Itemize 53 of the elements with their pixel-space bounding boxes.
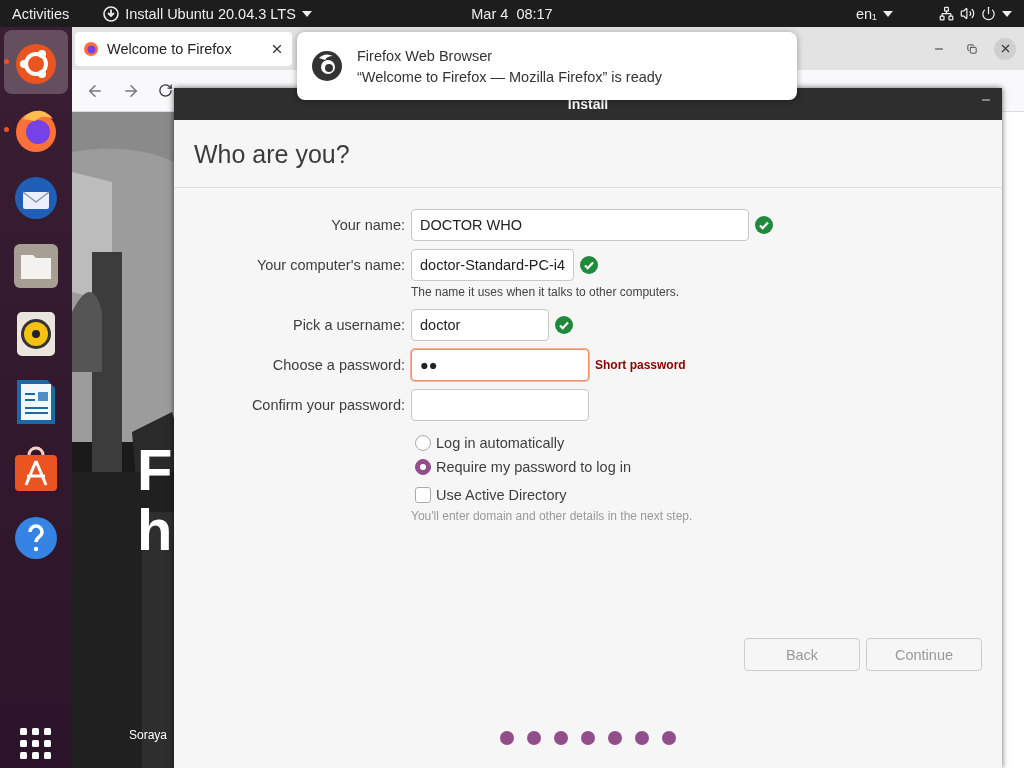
field-label: Choose a password:	[271, 357, 405, 373]
radio-option[interactable]: Log in automatically	[411, 435, 1002, 451]
input-source-menu[interactable]: en₁	[855, 5, 893, 22]
input-field[interactable]	[411, 389, 589, 421]
input-field[interactable]: ●●	[411, 349, 589, 381]
close-button[interactable]	[994, 37, 1016, 60]
network-icon	[939, 6, 954, 21]
field-label: Confirm your password:	[250, 397, 405, 413]
error-message: Short password	[595, 358, 686, 372]
download-icon	[103, 5, 120, 22]
firefox-icon	[83, 40, 99, 57]
radio-button[interactable]	[415, 435, 431, 451]
field-label: Your name:	[330, 217, 405, 233]
caret-icon	[883, 10, 893, 17]
power-icon	[981, 6, 996, 21]
field-label: Pick a username:	[291, 317, 405, 333]
radio-button[interactable]	[415, 459, 431, 475]
clock[interactable]: Mar 4 08:17	[471, 5, 553, 22]
notification-message: “Welcome to Firefox — Mozilla Firefox” is ready	[357, 68, 663, 85]
volume-icon	[960, 6, 975, 21]
page-heading: Who are you?	[174, 120, 1002, 188]
radio-label: Log in automatically	[436, 435, 565, 451]
browser-tab[interactable]: Welcome to Firefox	[75, 31, 292, 66]
caret-icon	[301, 10, 312, 17]
folder-icon	[11, 241, 61, 291]
help-note: You'll enter domain and other details in the next step.	[411, 509, 694, 523]
system-menu[interactable]	[939, 6, 1012, 21]
app-name: Install Ubuntu 20.04.3 LTS	[125, 5, 296, 22]
checkbox-option[interactable]: Use Active Directory	[411, 487, 1002, 503]
input-field[interactable]: DOCTOR WHO	[411, 209, 749, 241]
input-source: en₁	[855, 5, 877, 22]
dock-item[interactable]	[4, 30, 68, 94]
activities-button[interactable]: Activities	[12, 5, 70, 22]
field-label: Your computer's name:	[255, 257, 405, 273]
caret-icon	[1002, 10, 1012, 17]
radio-label: Require my password to log in	[436, 459, 632, 475]
firefox-icon	[311, 50, 343, 82]
reload-button[interactable]	[158, 83, 173, 98]
radio-option[interactable]: Require my password to log in	[411, 459, 1002, 475]
page-heading: F	[137, 440, 173, 500]
input-field[interactable]: doctor	[411, 309, 549, 341]
photo-credit: Soraya	[129, 728, 168, 742]
field-hint: The name it uses when it talks to other computers.	[411, 285, 681, 299]
restore-icon	[967, 43, 977, 54]
checkbox[interactable]	[415, 487, 431, 503]
page-heading: h	[137, 500, 173, 560]
app-menu[interactable]: Install Ubuntu 20.04.3 LTS	[103, 5, 312, 22]
notification[interactable]: Firefox Web Browser “Welcome to Firefox — Mozilla Firefox” is ready	[297, 32, 797, 100]
tab-title: Welcome to Firefox	[107, 40, 233, 57]
app-grid-icon[interactable]	[20, 728, 52, 760]
checkbox-label: Use Active Directory	[436, 487, 567, 503]
notification-title: Firefox Web Browser	[357, 47, 494, 64]
input-field[interactable]: doctor-Standard-PC-i4	[411, 249, 575, 281]
